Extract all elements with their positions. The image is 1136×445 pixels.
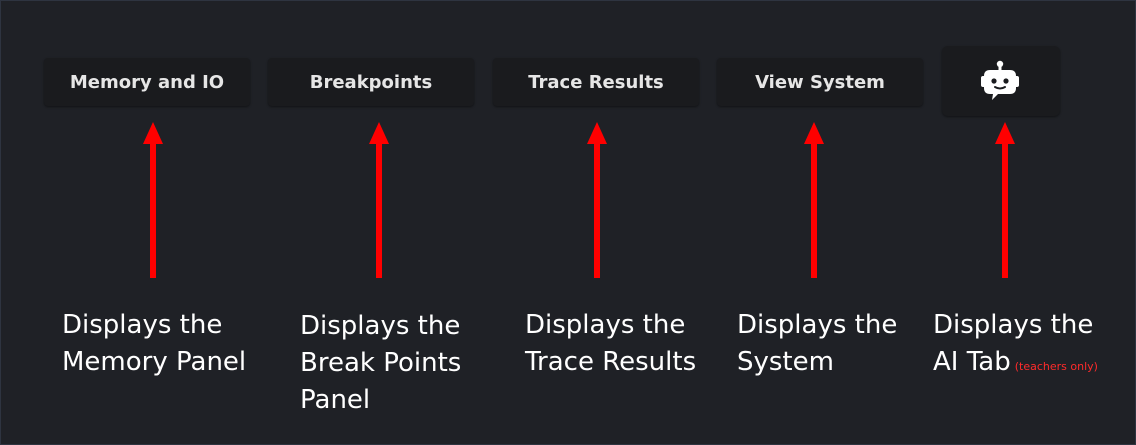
caption-line: Trace Results (525, 347, 697, 377)
arrow-system (804, 122, 824, 278)
caption-ai-tab-text: AI Tab (933, 347, 1011, 377)
robot-chat-icon (981, 60, 1019, 100)
arrow-memory (143, 122, 163, 278)
arrow-breakpoints (369, 122, 389, 278)
arrow-trace (587, 122, 607, 278)
caption-line: AI Tab (teachers only) (933, 344, 1098, 381)
arrow-ai (995, 122, 1015, 278)
caption-line: Displays the (300, 311, 461, 341)
breakpoints-button[interactable]: Breakpoints (268, 58, 474, 106)
caption-line: Memory Panel (62, 347, 247, 377)
caption-line: Break Points (300, 348, 462, 378)
caption-ai: Displays the AI Tab (teachers only) (933, 307, 1098, 381)
view-system-button[interactable]: View System (717, 58, 923, 106)
caption-memory: Displays the Memory Panel (62, 307, 246, 381)
caption-trace: Displays the Trace Results (525, 307, 696, 381)
caption-breakpoints: Displays the Break Points Panel (300, 308, 461, 419)
ai-assistant-button[interactable] (942, 46, 1060, 116)
teachers-only-note: (teachers only) (1014, 360, 1098, 373)
trace-results-button[interactable]: Trace Results (493, 58, 699, 106)
caption-line: Displays the (737, 310, 898, 340)
caption-system: Displays the System (737, 307, 897, 381)
caption-line: Panel (300, 385, 371, 415)
caption-line: Displays the (62, 310, 223, 340)
caption-line: Displays the (525, 310, 686, 340)
caption-line: System (737, 347, 834, 377)
memory-and-io-button[interactable]: Memory and IO (44, 58, 250, 106)
caption-line: Displays the (933, 310, 1094, 340)
